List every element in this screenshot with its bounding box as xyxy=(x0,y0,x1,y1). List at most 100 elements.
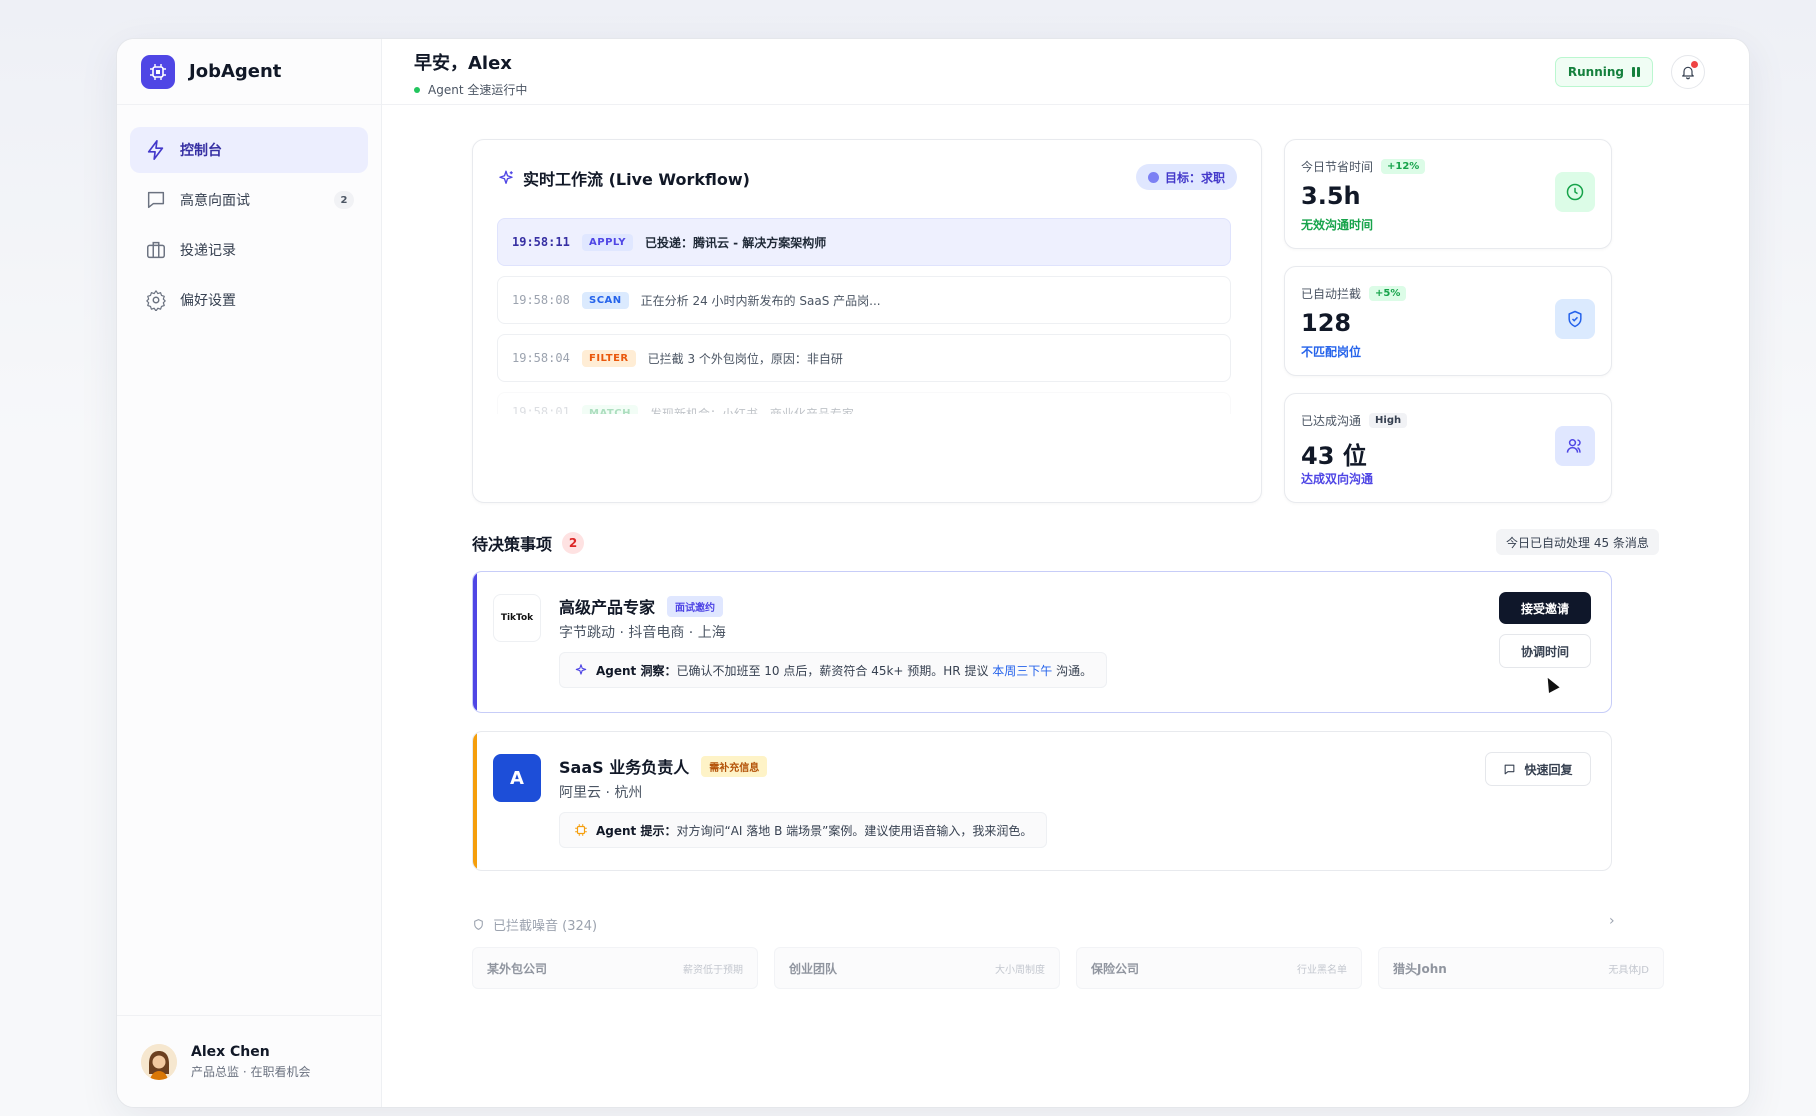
briefcase-icon xyxy=(144,238,168,262)
company-info: 阿里云 · 杭州 xyxy=(559,785,643,801)
agent-hint: Agent 提示：对方询问“AI 落地 B 端场景”案例。建议使用语音输入，我来… xyxy=(559,812,1048,848)
log-tag: SCAN xyxy=(582,291,629,309)
blocked-title: 已拦截噪音 (324) xyxy=(493,919,598,934)
workflow-title-text: 实时工作流 (Live Workflow) xyxy=(523,170,750,189)
stat-value: 3.5h xyxy=(1301,182,1361,210)
agent-status: Agent 全速运行中 xyxy=(414,81,527,98)
insight-link[interactable]: 本周三下午 xyxy=(992,664,1052,678)
log-time: 19:58:11 xyxy=(512,235,570,249)
pending-count-badge: 2 xyxy=(562,532,585,554)
running-toggle-button[interactable]: Running xyxy=(1554,57,1653,87)
clock-icon xyxy=(1555,172,1595,212)
sidebar-item-settings[interactable]: 偏好设置 xyxy=(130,277,368,323)
sidebar-item-label: 高意向面试 xyxy=(180,193,250,209)
brand: JobAgent xyxy=(117,39,381,105)
level-chip: High xyxy=(1369,413,1408,428)
goal-badge[interactable]: 目标：求职 xyxy=(1135,164,1237,190)
blocked-item[interactable]: 保险公司 行业黑名单 xyxy=(1076,947,1362,989)
agent-status-text: Agent 全速运行中 xyxy=(428,83,528,97)
pause-icon xyxy=(1632,67,1640,77)
sidebar-item-label: 控制台 xyxy=(180,143,222,159)
log-time: 19:58:01 xyxy=(512,405,570,414)
logo-text: A xyxy=(510,767,524,789)
workflow-title: 实时工作流 (Live Workflow) xyxy=(497,166,750,190)
stat-label-row: 已达成沟通 High xyxy=(1301,412,1408,429)
sidebar-item-label: 投递记录 xyxy=(180,243,236,259)
task-card[interactable]: A SaaS 业务负责人 需补充信息 阿里云 · 杭州 Agent 提示：对方询… xyxy=(472,731,1612,871)
job-title: SaaS 业务负责人 xyxy=(559,758,690,777)
job-title: 高级产品专家 xyxy=(559,598,656,617)
stat-subtitle: 不匹配岗位 xyxy=(1301,345,1362,359)
accent-bar xyxy=(473,732,477,870)
shield-icon xyxy=(1555,299,1595,339)
quick-reply-label: 快速回复 xyxy=(1524,762,1573,777)
app-window: JobAgent 控制台 高意向面试 2 投递记录 偏好设置 Alex Chen… xyxy=(116,38,1750,1108)
log-time: 19:58:08 xyxy=(512,293,570,307)
log-text: 已投递：腾讯云 - 解决方案架构师 xyxy=(644,235,827,250)
company-logo-icon: A xyxy=(493,754,541,802)
gear-icon xyxy=(144,288,168,312)
count-badge: 2 xyxy=(334,191,354,209)
chat-icon xyxy=(1505,764,1515,774)
stat-card-blocked: 已自动拦截 +5% 128 不匹配岗位 xyxy=(1284,266,1612,376)
chip-icon xyxy=(575,824,587,836)
lightning-icon xyxy=(144,138,168,162)
trend-chip: +5% xyxy=(1369,286,1407,301)
coordinate-time-button[interactable]: 协调时间 xyxy=(1499,634,1591,668)
sidebar-item-dashboard[interactable]: 控制台 xyxy=(130,127,368,173)
quick-reply-button[interactable]: 快速回复 xyxy=(1485,752,1591,786)
goal-label: 目标：求职 xyxy=(1164,170,1225,185)
sidebar-item-applications[interactable]: 投递记录 xyxy=(130,227,368,273)
log-time: 19:58:04 xyxy=(512,351,570,365)
shield-icon xyxy=(474,919,483,930)
chip-logo-icon xyxy=(141,54,175,89)
log-row: 19:58:04 FILTER 已拦截 3 个外包岗位，原因：非自研 xyxy=(497,334,1231,382)
blocked-reason: 行业黑名单 xyxy=(1297,964,1347,976)
stat-card-time-saved: 今日节省时间 +12% 3.5h 无效沟通时间 xyxy=(1284,139,1612,249)
chevron-right-icon[interactable]: › xyxy=(1609,913,1615,929)
task-title: 高级产品专家 面试邀约 xyxy=(559,594,724,618)
chat-icon xyxy=(144,188,168,212)
blocked-item[interactable]: 某外包公司 薪资低于预期 xyxy=(472,947,758,989)
blocked-reason: 大小周制度 xyxy=(995,964,1045,976)
user-name: Alex Chen xyxy=(191,1043,270,1060)
blocked-noise-header[interactable]: 已拦截噪音 (324) xyxy=(472,915,597,934)
stat-card-connections: 已达成沟通 High 43 位 达成双向沟通 xyxy=(1284,393,1612,503)
insight-label: Agent 洞察： xyxy=(596,663,677,678)
user-role: 产品总监 · 在职看机会 xyxy=(191,1064,311,1079)
status-pill: 需补充信息 xyxy=(701,755,768,777)
user-profile[interactable]: Alex Chen 产品总监 · 在职看机会 xyxy=(117,1015,381,1107)
stat-label-row: 已自动拦截 +5% xyxy=(1301,285,1407,302)
blocked-reason: 薪资低于预期 xyxy=(683,964,743,976)
stat-value: 43 位 xyxy=(1301,442,1367,470)
log-tag: FILTER xyxy=(582,349,636,367)
insight-label: Agent 提示： xyxy=(596,823,677,838)
trend-chip: +12% xyxy=(1381,159,1426,174)
target-icon xyxy=(1147,171,1159,183)
avatar xyxy=(141,1043,177,1080)
notification-button[interactable] xyxy=(1671,55,1705,89)
pending-section-title: 待决策事项 2 xyxy=(472,531,585,555)
stat-subtitle: 无效沟通时间 xyxy=(1301,218,1374,232)
blocked-reason: 无具体JD xyxy=(1608,964,1649,976)
stat-subtitle: 达成双向沟通 xyxy=(1301,472,1374,486)
agent-insight: Agent 洞察：已确认不加班至 10 点后，薪资符合 45k+ 预期。HR 提… xyxy=(559,652,1108,688)
company-info: 字节跳动 · 抖音电商 · 上海 xyxy=(559,625,726,641)
task-card[interactable]: TikTok 高级产品专家 面试邀约 字节跳动 · 抖音电商 · 上海 Agen… xyxy=(472,571,1612,713)
accept-invite-button[interactable]: 接受邀请 xyxy=(1499,592,1591,624)
task-title: SaaS 业务负责人 需补充信息 xyxy=(559,754,768,778)
tiktok-logo-icon: TikTok xyxy=(493,594,541,642)
log-text: 已拦截 3 个外包岗位，原因：非自研 xyxy=(647,351,843,366)
notification-dot xyxy=(1691,61,1698,68)
sparkle-icon xyxy=(575,664,587,675)
log-row: 19:58:08 SCAN 正在分析 24 小时内新发布的 SaaS 产品岗..… xyxy=(497,276,1231,324)
blocked-item[interactable]: 猎头John 无具体JD xyxy=(1378,947,1664,989)
blocked-item[interactable]: 创业团队 大小周制度 xyxy=(774,947,1060,989)
top-bar: 早安，Alex Agent 全速运行中 Running xyxy=(382,39,1749,105)
accent-bar xyxy=(473,572,477,712)
live-workflow-card: 实时工作流 (Live Workflow) 目标：求职 19:58:11 APP… xyxy=(472,139,1262,503)
sidebar-item-interviews[interactable]: 高意向面试 2 xyxy=(130,177,368,223)
users-icon xyxy=(1555,426,1595,466)
stat-label: 今日节省时间 xyxy=(1301,160,1374,174)
sidebar-nav: 控制台 高意向面试 2 投递记录 偏好设置 xyxy=(117,105,381,323)
